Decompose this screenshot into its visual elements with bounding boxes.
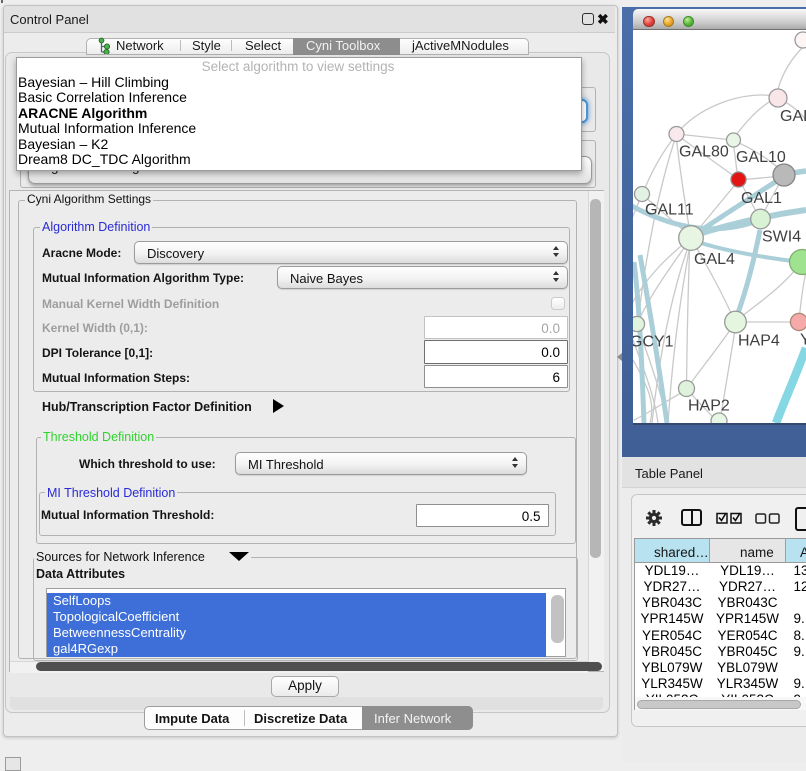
svg-text:HAP4: HAP4	[738, 333, 780, 350]
svg-text:GAL11: GAL11	[645, 202, 694, 219]
svg-text:GCY1: GCY1	[633, 334, 674, 351]
svg-text:GAL1: GAL1	[741, 190, 782, 207]
svg-text:GAL10: GAL10	[736, 149, 786, 166]
svg-text:GAL2: GAL2	[780, 108, 806, 125]
svg-text:GAL80: GAL80	[679, 144, 729, 161]
svg-text:Y: Y	[800, 332, 806, 349]
svg-text:SWI4: SWI4	[762, 229, 801, 246]
svg-text:HAP2: HAP2	[688, 398, 730, 415]
svg-text:GAL4: GAL4	[694, 251, 735, 268]
